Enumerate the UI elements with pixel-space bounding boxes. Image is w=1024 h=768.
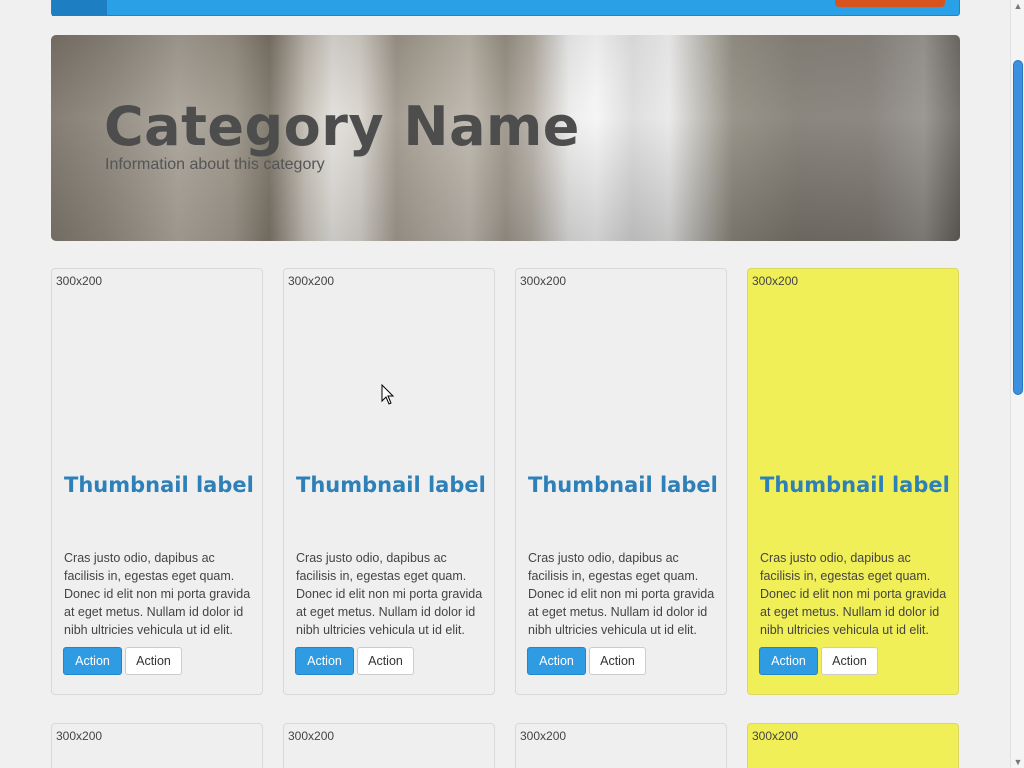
thumbnail-description: Cras justo odio, dapibus ac facilisis in…	[528, 551, 715, 637]
category-subtitle: Information about this category	[105, 156, 325, 173]
thumbnail-label: Thumbnail label	[528, 473, 718, 497]
nav-action-button[interactable]	[835, 0, 945, 7]
action-secondary-button[interactable]: Action	[821, 647, 878, 675]
thumbnail-description: Cras justo odio, dapibus ac facilisis in…	[760, 551, 947, 637]
action-secondary-button[interactable]: Action	[589, 647, 646, 675]
thumbnail-description: Cras justo odio, dapibus ac facilisis in…	[296, 551, 483, 637]
thumbnail-card: 300x200 Thumbnail label Cras justo odio, d…	[515, 268, 727, 695]
thumbnail-label: Thumbnail label	[296, 473, 486, 497]
action-primary-button[interactable]: Action	[759, 647, 818, 675]
thumbnail-card: 300x200	[515, 723, 727, 768]
thumbnail-image-placeholder: 300x200	[752, 274, 799, 288]
action-secondary-button[interactable]: Action	[125, 647, 182, 675]
thumbnail-card: 300x200	[51, 723, 263, 768]
action-primary-button[interactable]: Action	[527, 647, 586, 675]
thumbnail-image-placeholder: 300x200	[288, 729, 335, 743]
action-primary-button[interactable]: Action	[63, 647, 122, 675]
thumbnail-card: 300x200	[747, 723, 959, 768]
nav-active-item[interactable]	[52, 0, 107, 16]
thumbnail-label: Thumbnail label	[760, 473, 950, 497]
action-secondary-button[interactable]: Action	[357, 647, 414, 675]
vertical-scrollbar[interactable]: ▲ ▼	[1010, 0, 1024, 768]
scroll-down-arrow-icon[interactable]: ▼	[1011, 756, 1024, 768]
thumbnail-label: Thumbnail label	[64, 473, 254, 497]
thumbnail-card: 300x200 Thumbnail label Cras justo odio, d…	[747, 268, 959, 695]
thumbnail-image-placeholder: 300x200	[56, 274, 103, 288]
page-content: Category Name Information about this cat…	[0, 0, 1010, 768]
scrollbar-thumb[interactable]	[1013, 60, 1023, 395]
category-hero: Category Name Information about this cat…	[51, 35, 960, 241]
category-title: Category Name	[104, 95, 580, 158]
top-navbar	[51, 0, 960, 16]
thumbnail-card: 300x200 Thumbnail label Cras justo odio, d…	[283, 268, 495, 695]
thumbnail-image-placeholder: 300x200	[288, 274, 335, 288]
thumbnail-card: 300x200 Thumbnail label Cras justo odio, d…	[51, 268, 263, 695]
thumbnail-image-placeholder: 300x200	[752, 729, 799, 743]
mouse-pointer-icon	[381, 384, 395, 405]
scroll-up-arrow-icon[interactable]: ▲	[1011, 0, 1024, 12]
action-primary-button[interactable]: Action	[295, 647, 354, 675]
thumbnail-image-placeholder: 300x200	[56, 729, 103, 743]
thumbnail-description: Cras justo odio, dapibus ac facilisis in…	[64, 551, 251, 637]
thumbnail-image-placeholder: 300x200	[520, 729, 567, 743]
thumbnail-card: 300x200	[283, 723, 495, 768]
thumbnail-image-placeholder: 300x200	[520, 274, 567, 288]
